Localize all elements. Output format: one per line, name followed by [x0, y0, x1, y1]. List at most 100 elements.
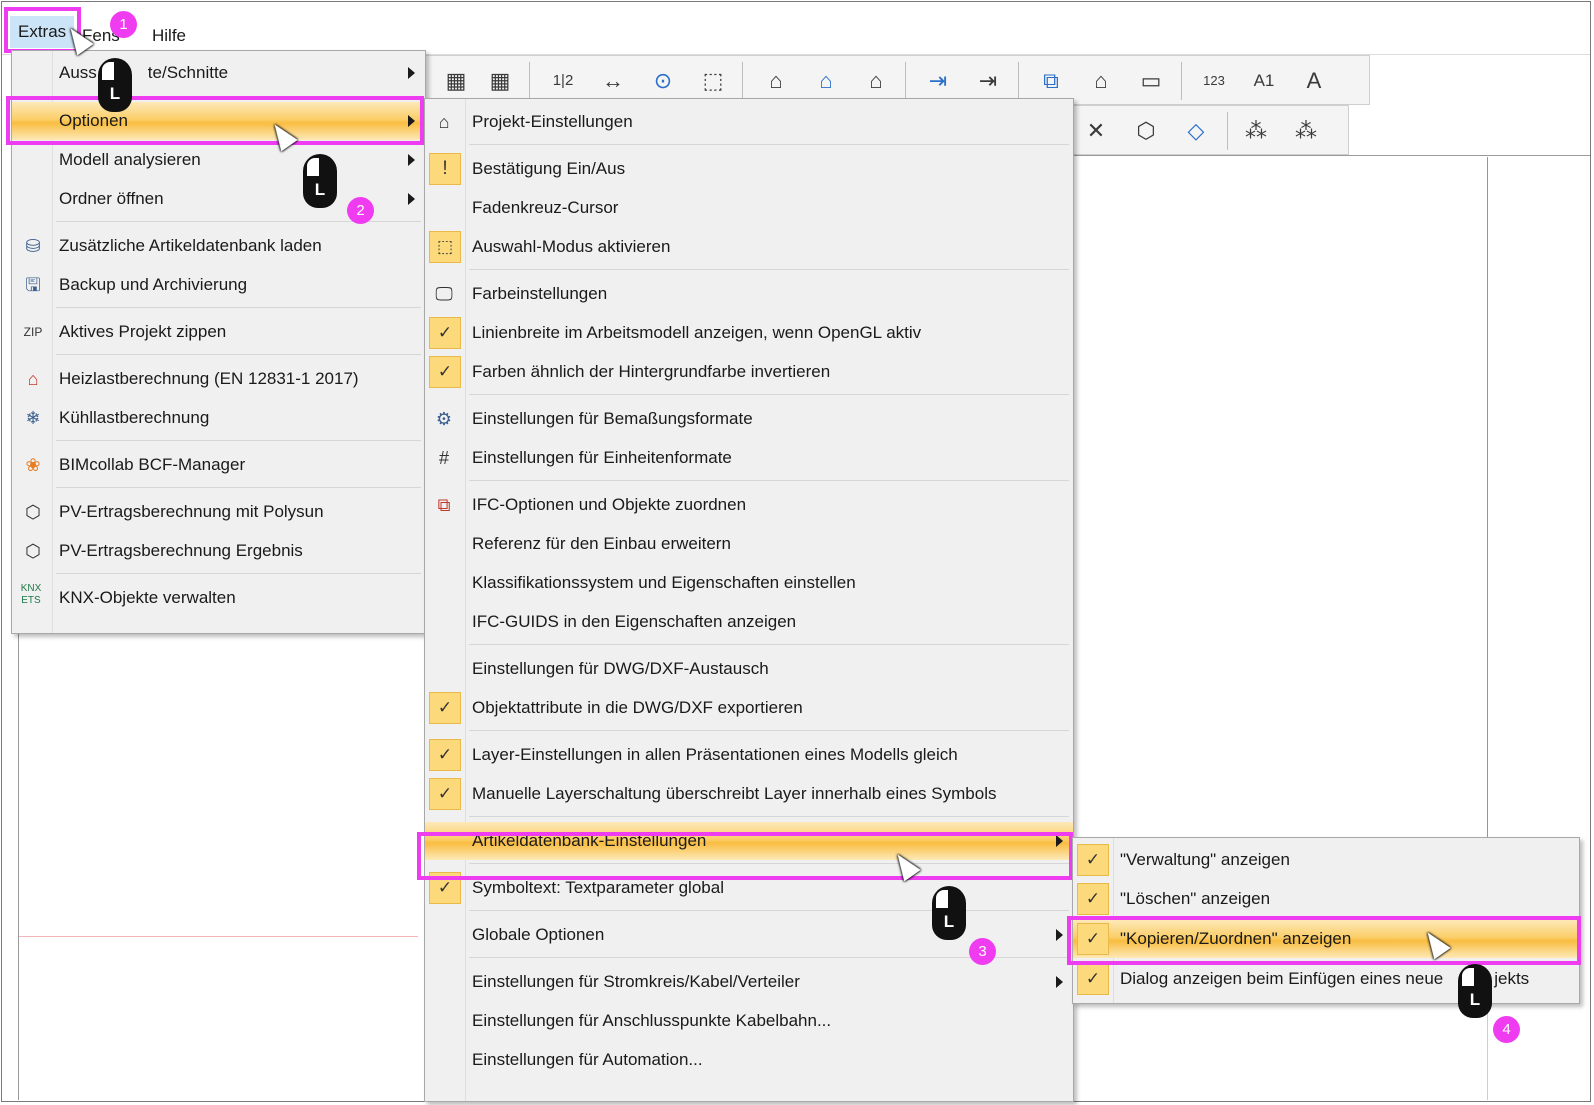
save-backup-icon: 🖫 — [25, 275, 41, 295]
menu-separator — [469, 144, 1069, 145]
menu-item-bestaetigung[interactable]: ! Bestätigung Ein/Aus — [425, 150, 1073, 188]
menu-separator — [469, 269, 1069, 270]
select-move-icon[interactable]: ⬚ — [696, 64, 730, 98]
house-section-icon[interactable]: ⌂ — [859, 64, 893, 98]
mouse-left-click-icon: L — [303, 154, 337, 208]
number-format-icon[interactable]: 123 — [1197, 64, 1231, 98]
menu-item-ifc-optionen[interactable]: ⧉ IFC-Optionen und Objekte zuordnen — [425, 486, 1073, 524]
dimension-line-icon[interactable]: ↔ — [596, 64, 630, 98]
canvas-green-line — [1487, 157, 1488, 837]
house-base-icon[interactable]: ⌂ — [1084, 64, 1118, 98]
grid-rotate-icon[interactable]: ▦ — [483, 64, 517, 98]
check-icon: ✓ — [1077, 923, 1109, 955]
submenu-arrow-icon — [408, 67, 415, 79]
step-badge-2: 2 — [347, 197, 374, 224]
menu-item-anschlusspunkte[interactable]: Einstellungen für Anschlusspunkte Kabelb… — [425, 1002, 1073, 1040]
dimension-format-icon: ⚙ — [435, 409, 453, 429]
menu-item-backup[interactable]: 🖫 Backup und Archivierung — [12, 266, 425, 304]
text-icon[interactable]: A — [1297, 64, 1331, 98]
menu-item-fadenkreuz[interactable]: Fadenkreuz-Cursor — [425, 189, 1073, 227]
toolbar-separator — [1018, 62, 1019, 100]
search-point-icon[interactable]: ⊙ — [646, 64, 680, 98]
menu-item-symboltext[interactable]: ✓ Symboltext: Textparameter global — [425, 869, 1073, 907]
menu-item-ausschnitte[interactable]: Auss te/Schnitte — [12, 54, 425, 92]
menu-item-einheitenformate[interactable]: # Einstellungen für Einheitenformate — [425, 439, 1073, 477]
menu-item-modell-analysieren[interactable]: Modell analysieren — [12, 141, 425, 179]
toolbar-separator — [529, 62, 530, 100]
menu-separator — [56, 307, 421, 308]
text-label-icon[interactable]: A1 — [1247, 64, 1281, 98]
submenu-arrow-icon — [1056, 835, 1063, 847]
menu-item-automation[interactable]: Einstellungen für Automation... — [425, 1041, 1073, 1079]
menu-item-kuehllast[interactable]: ❄ Kühllastberechnung — [12, 399, 425, 437]
roof-icon[interactable]: ◇ — [1179, 114, 1213, 148]
menu-item-manuelle-layerschaltung[interactable]: ✓ Manuelle Layerschaltung überschreibt L… — [425, 775, 1073, 813]
menu-item-knx[interactable]: KNX ETS KNX-Objekte verwalten — [12, 579, 425, 617]
confirm-toggle-icon: ! — [429, 153, 461, 185]
mouse-left-click-icon: L — [1458, 964, 1492, 1018]
mouse-button-icon — [1462, 968, 1474, 986]
house-icon[interactable]: ⌂ — [759, 64, 793, 98]
check-icon: ✓ — [429, 317, 461, 349]
canvas-green-line-lower — [1487, 1000, 1488, 1100]
solar-panel-icon[interactable]: ⁂ — [1239, 114, 1273, 148]
export-icon[interactable]: ⇥ — [971, 64, 1005, 98]
check-icon: ✓ — [429, 739, 461, 771]
solar-panel-array-icon[interactable]: ⁂ — [1289, 114, 1323, 148]
menu-separator — [56, 440, 421, 441]
menu-item-artikeldatenbank-einstellungen[interactable]: Artikeldatenbank-Einstellungen — [425, 822, 1073, 860]
check-icon: ✓ — [429, 692, 461, 724]
menu-hilfe[interactable]: Hilfe — [146, 20, 192, 52]
submenu-arrow-icon — [408, 193, 415, 205]
menu-item-loeschen-anzeigen[interactable]: ✓ "Löschen" anzeigen — [1073, 880, 1579, 918]
polysun-icon: ⬡ — [25, 502, 41, 522]
menu-item-objektattribute-dwg[interactable]: ✓ Objektattribute in die DWG/DXF exporti… — [425, 689, 1073, 727]
house-floor-icon[interactable]: ⌂ — [809, 64, 843, 98]
mouse-left-click-icon: L — [932, 886, 966, 940]
mouse-button-icon — [102, 62, 114, 80]
grid-move-icon[interactable]: ▦ — [439, 64, 473, 98]
cooling-load-icon: ❄ — [25, 408, 41, 428]
menu-item-referenz-einbau[interactable]: Referenz für den Einbau erweitern — [425, 525, 1073, 563]
menu-item-linienbreite[interactable]: ✓ Linienbreite im Arbeitsmodell anzeigen… — [425, 314, 1073, 352]
menu-item-stromkreis[interactable]: Einstellungen für Stromkreis/Kabel/Verte… — [425, 963, 1073, 1001]
check-icon: ✓ — [1077, 963, 1109, 995]
menu-item-klassifikation[interactable]: Klassifikationssystem und Eigenschaften … — [425, 564, 1073, 602]
menu-item-heizlast[interactable]: ⌂ Heizlastberechnung (EN 12831-1 2017) — [12, 360, 425, 398]
project-settings-icon: ⌂ — [438, 112, 450, 132]
menu-item-layer-einstellungen[interactable]: ✓ Layer-Einstellungen in allen Präsentat… — [425, 736, 1073, 774]
polysun-result-icon: ⬡ — [25, 541, 41, 561]
menu-item-auswahl-modus[interactable]: ⬚ Auswahl-Modus aktivieren — [425, 228, 1073, 266]
menu-separator — [469, 644, 1069, 645]
copy-frame-icon[interactable]: ⧉ — [1034, 64, 1068, 98]
cube-icon[interactable]: ⬡ — [1129, 114, 1163, 148]
menu-item-ifc-guids[interactable]: IFC-GUIDS in den Eigenschaften anzeigen — [425, 603, 1073, 641]
toolbar-second: ✕ ⬡ ◇ ⁂ ⁂ — [1066, 105, 1349, 155]
menu-item-projekt-einstellungen[interactable]: ⌂ Projekt-Einstellungen — [425, 103, 1073, 141]
menubar: Extras Fens Hilfe — [2, 2, 1590, 55]
viewport-icon[interactable]: ▭ — [1134, 64, 1168, 98]
menu-item-bemassungsformate[interactable]: ⚙ Einstellungen für Bemaßungsformate — [425, 400, 1073, 438]
menu-item-farbeinstellungen[interactable]: 🖵 Farbeinstellungen — [425, 275, 1073, 313]
artikeldatenbank-menu: ✓ "Verwaltung" anzeigen ✓ "Löschen" anze… — [1072, 837, 1580, 1004]
import-icon[interactable]: ⇥ — [921, 64, 955, 98]
menu-separator — [469, 730, 1069, 731]
menu-item-bimcollab[interactable]: ❀ BIMcollab BCF-Manager — [12, 446, 425, 484]
cross-icon[interactable]: ✕ — [1079, 114, 1113, 148]
check-icon: ✓ — [429, 778, 461, 810]
submenu-arrow-icon — [408, 154, 415, 166]
menu-separator — [469, 910, 1069, 911]
menu-item-pv-ergebnis[interactable]: ⬡ PV-Ertragsberechnung Ergebnis — [12, 532, 425, 570]
menu-separator — [56, 354, 421, 355]
menu-item-artikeldatenbank-laden[interactable]: ⛁ Zusätzliche Artikeldatenbank laden — [12, 227, 425, 265]
menu-item-pv-polysun[interactable]: ⬡ PV-Ertragsberechnung mit Polysun — [12, 493, 425, 531]
menu-item-kopieren-zuordnen-anzeigen[interactable]: ✓ "Kopieren/Zuordnen" anzeigen — [1073, 920, 1579, 958]
menu-item-projekt-zippen[interactable]: ZIP Aktives Projekt zippen — [12, 313, 425, 351]
menu-item-optionen[interactable]: Optionen — [12, 102, 425, 140]
menu-item-dialog-einfuegen[interactable]: ✓ Dialog anzeigen beim Einfügen eines ne… — [1073, 960, 1579, 998]
menu-item-farben-invertieren[interactable]: ✓ Farben ähnlich der Hintergrundfarbe in… — [425, 353, 1073, 391]
dimension-icon[interactable]: 1|2 — [546, 64, 580, 98]
canvas-border — [1066, 155, 1590, 156]
menu-item-dwg-dxf-austausch[interactable]: Einstellungen für DWG/DXF-Austausch — [425, 650, 1073, 688]
menu-item-verwaltung-anzeigen[interactable]: ✓ "Verwaltung" anzeigen — [1073, 841, 1579, 879]
